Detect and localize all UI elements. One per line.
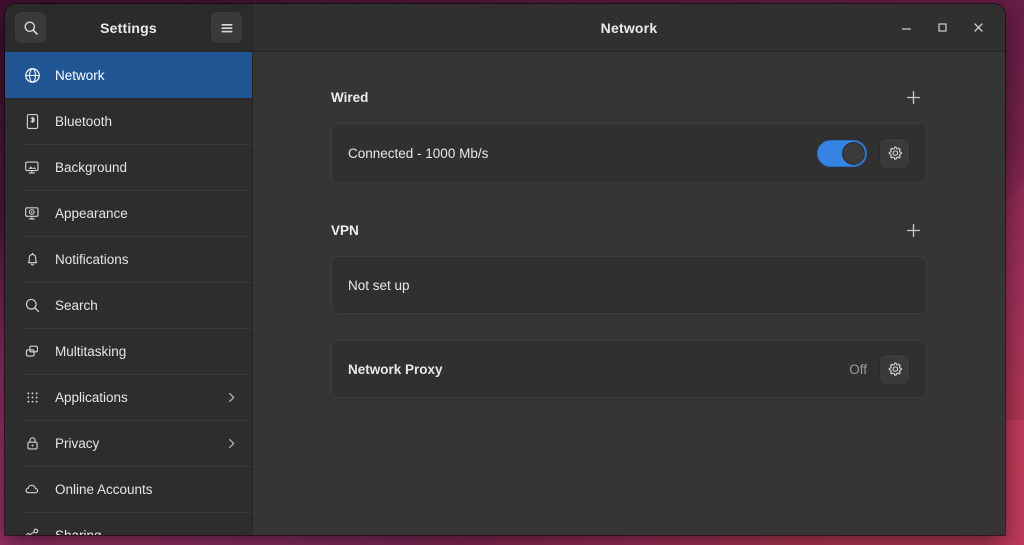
sidebar-item-label: Background (55, 159, 128, 175)
sidebar-item-search[interactable]: Search (5, 282, 252, 328)
add-vpn-button[interactable] (899, 216, 927, 244)
multitasking-icon (21, 343, 43, 360)
vpn-status-label: Not set up (348, 277, 410, 293)
header-bar: Settings Network (5, 4, 1005, 52)
wired-status-label: Connected - 1000 Mb/s (348, 145, 489, 161)
bell-icon (21, 251, 43, 268)
window-controls (893, 15, 999, 41)
sidebar[interactable]: Network Bluetooth Background Appearance … (5, 52, 253, 535)
wired-section-header: Wired (331, 82, 927, 112)
wired-connection-row[interactable]: Connected - 1000 Mb/s (331, 123, 927, 183)
sharing-icon (21, 527, 43, 535)
wired-title: Wired (331, 89, 369, 105)
chevron-right-icon (225, 391, 238, 404)
appearance-icon (21, 205, 43, 222)
background-icon (21, 159, 43, 176)
network-proxy-row[interactable]: Network Proxy Off (331, 340, 927, 398)
wired-row-controls (817, 137, 910, 169)
desktop-background: Settings Network Network Bluetooth Backg… (0, 0, 1024, 545)
minimize-button[interactable] (893, 15, 919, 41)
search-icon (24, 21, 38, 35)
maximize-icon (937, 23, 947, 32)
globe-icon (21, 67, 43, 84)
sidebar-item-label: Sharing (55, 527, 102, 536)
sidebar-item-bluetooth[interactable]: Bluetooth (5, 98, 252, 144)
proxy-row-controls: Off (849, 353, 910, 385)
proxy-section: Network Proxy Off (331, 340, 927, 398)
vpn-row[interactable]: Not set up (331, 256, 927, 314)
lock-icon (21, 435, 43, 452)
chevron-right-icon (225, 437, 238, 450)
wired-settings-button[interactable] (879, 137, 910, 169)
hamburger-icon (221, 23, 232, 32)
wired-toggle[interactable] (817, 139, 867, 167)
content-header: Network (253, 4, 1005, 51)
vpn-section: VPN Not set up (331, 215, 927, 314)
plus-icon (906, 223, 920, 237)
sidebar-item-label: Bluetooth (55, 113, 113, 129)
proxy-title: Network Proxy (348, 361, 443, 377)
plus-icon (906, 90, 920, 104)
sidebar-item-appearance[interactable]: Appearance (5, 190, 252, 236)
proxy-settings-button[interactable] (879, 353, 910, 385)
sidebar-item-background[interactable]: Background (5, 144, 252, 190)
toggle-knob (842, 141, 865, 165)
sidebar-item-network[interactable]: Network (5, 52, 252, 98)
sidebar-item-multitasking[interactable]: Multitasking (5, 328, 252, 374)
sidebar-item-privacy[interactable]: Privacy (5, 420, 252, 466)
maximize-button[interactable] (929, 15, 955, 41)
gear-icon (888, 362, 902, 376)
sidebar-item-label: Privacy (55, 435, 100, 451)
window-body: Network Bluetooth Background Appearance … (5, 52, 1005, 535)
sidebar-item-label: Network (55, 67, 105, 83)
minimize-icon (901, 28, 911, 30)
sidebar-item-label: Appearance (55, 205, 128, 221)
sidebar-item-online-accounts[interactable]: Online Accounts (5, 466, 252, 512)
sidebar-item-label: Search (55, 297, 98, 313)
bluetooth-icon (21, 113, 43, 130)
wired-section: Wired Connected - 1000 Mb/s (331, 82, 927, 183)
cloud-icon (21, 481, 43, 498)
sidebar-item-label: Applications (55, 389, 128, 405)
sidebar-item-applications[interactable]: Applications (5, 374, 252, 420)
content-area: Wired Connected - 1000 Mb/s VPN Not set … (253, 52, 1005, 535)
sidebar-title: Settings (100, 19, 157, 36)
search-button[interactable] (14, 11, 47, 44)
sidebar-item-label: Online Accounts (55, 481, 153, 497)
search-icon (21, 297, 43, 314)
gear-icon (888, 146, 902, 160)
close-button[interactable] (965, 15, 991, 41)
sidebar-item-label: Notifications (55, 251, 129, 267)
main-menu-button[interactable] (210, 11, 243, 44)
sidebar-header: Settings (5, 4, 253, 51)
vpn-title: VPN (331, 222, 359, 238)
grid-icon (21, 389, 43, 406)
proxy-state-label: Off (849, 361, 867, 377)
close-icon (973, 23, 983, 32)
sidebar-item-label: Multitasking (55, 343, 127, 359)
sidebar-item-sharing[interactable]: Sharing (5, 512, 252, 535)
sidebar-item-notifications[interactable]: Notifications (5, 236, 252, 282)
settings-window: Settings Network Network Bluetooth Backg… (5, 4, 1005, 535)
vpn-section-header: VPN (331, 215, 927, 245)
add-wired-button[interactable] (899, 83, 927, 111)
